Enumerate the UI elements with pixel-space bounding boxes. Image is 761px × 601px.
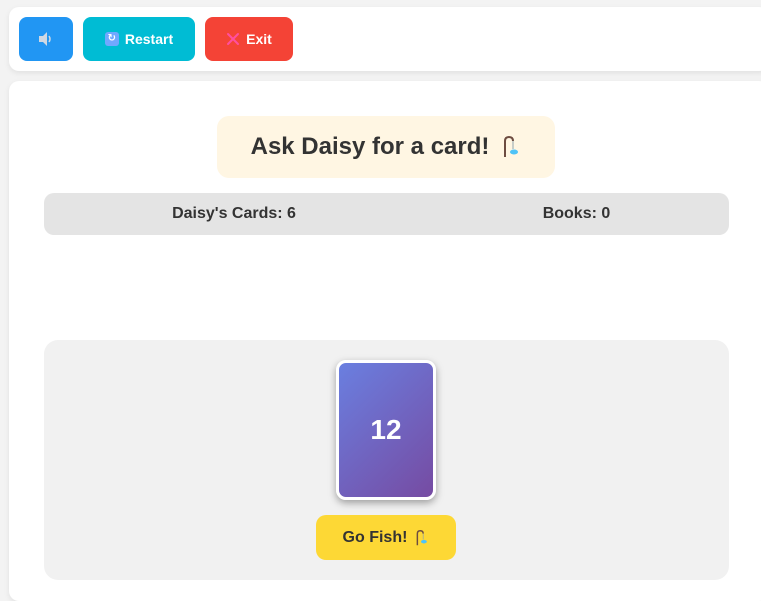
turn-prompt: Ask Daisy for a card! [217, 116, 555, 178]
go-fish-button[interactable]: Go Fish! [316, 515, 456, 560]
fishing-pole-icon [413, 529, 429, 547]
player-hand: 12 Go Fish! [44, 340, 729, 580]
toolbar: ↻ Restart Exit [9, 7, 761, 71]
go-fish-label: Go Fish! [342, 528, 408, 546]
stats-bar: Daisy's Cards: 6 Books: 0 [44, 193, 729, 235]
opponent-card-count: Daisy's Cards: 6 [172, 205, 296, 222]
refresh-icon: ↻ [104, 32, 119, 46]
close-icon [226, 32, 240, 46]
books-count: Books: 0 [542, 205, 611, 222]
speaker-icon [37, 31, 55, 47]
restart-label: Restart [124, 31, 174, 47]
hand-card[interactable]: 12 [336, 360, 436, 500]
restart-button[interactable]: ↻ Restart [83, 17, 195, 61]
sound-button[interactable] [19, 17, 73, 61]
fishing-pole-icon [499, 135, 521, 159]
exit-button[interactable]: Exit [205, 17, 293, 61]
prompt-text: Ask Daisy for a card! [250, 133, 490, 160]
exit-label: Exit [246, 31, 272, 47]
game-area: Ask Daisy for a card! Daisy's Cards: 6 B… [9, 81, 761, 601]
